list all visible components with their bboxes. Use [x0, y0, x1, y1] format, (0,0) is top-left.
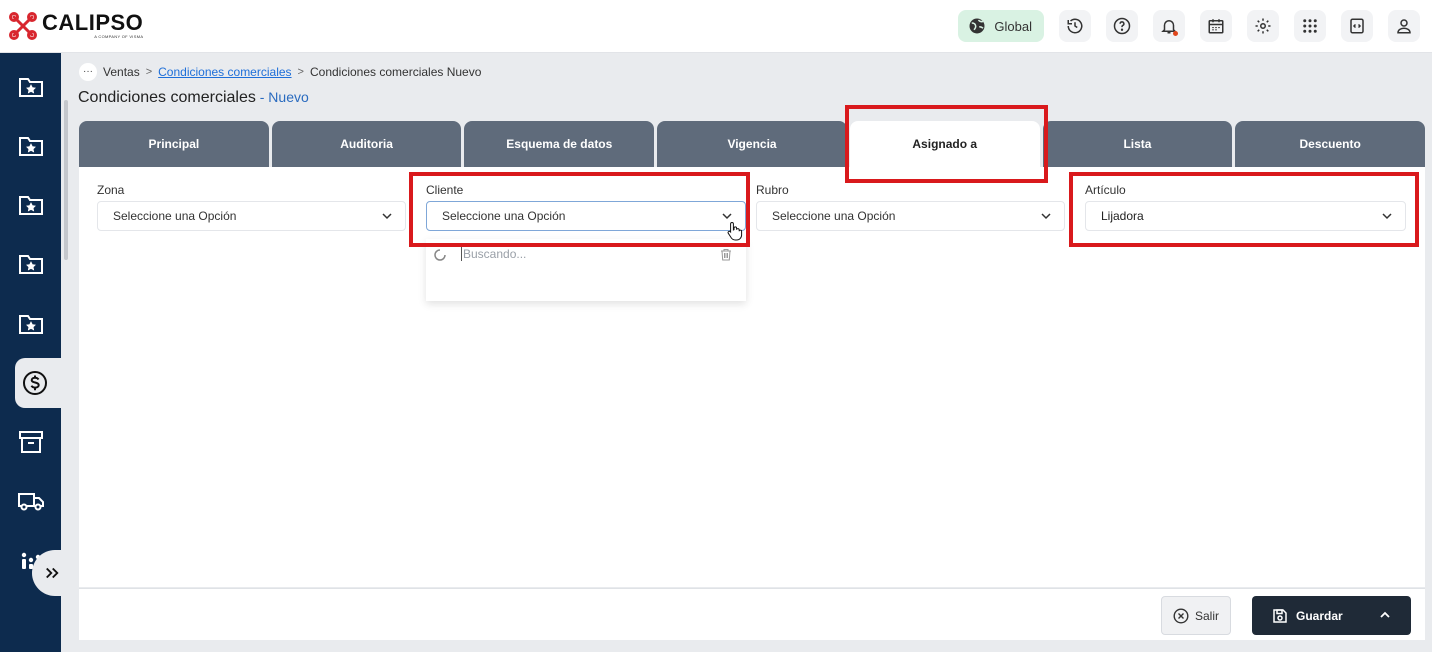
chevron-up-icon[interactable]	[1379, 609, 1391, 621]
tab-vigencia[interactable]: Vigencia	[657, 121, 847, 167]
exit-label: Salir	[1194, 608, 1219, 623]
page-subtitle: - Nuevo	[255, 89, 309, 105]
save-button[interactable]: Guardar	[1252, 596, 1411, 635]
sidebar-item-folder-2[interactable]	[0, 121, 61, 171]
tab-principal[interactable]: Principal	[79, 121, 269, 167]
tab-esquema-de-datos[interactable]: Esquema de datos	[464, 121, 655, 167]
user-icon	[1397, 19, 1411, 34]
breadcrumb-item-current: Condiciones comerciales Nuevo	[309, 65, 482, 79]
double-chevron-right-icon	[46, 567, 59, 579]
user-button[interactable]	[1388, 10, 1420, 42]
breadcrumb: ··· Ventas > Condiciones comerciales > C…	[79, 63, 481, 81]
tab-bar: Principal Auditoria Esquema de datos Vig…	[79, 121, 1426, 167]
zona-label: Zona	[97, 183, 125, 197]
history-button[interactable]	[1059, 10, 1091, 42]
save-disk-icon	[1273, 608, 1287, 623]
apps-button[interactable]	[1294, 10, 1326, 42]
sidebar-item-folder-1[interactable]	[0, 62, 61, 112]
sidebar-item-logistics[interactable]	[0, 476, 61, 526]
calendar-icon	[1208, 19, 1224, 34]
highlight-cliente	[409, 172, 750, 247]
apps-grid-icon	[1303, 19, 1317, 33]
folder-star-icon	[18, 255, 43, 274]
zona-select[interactable]: Seleccione una Opción	[97, 201, 406, 231]
history-icon	[1067, 18, 1083, 34]
calendar-button[interactable]	[1200, 10, 1232, 42]
settings-button[interactable]	[1247, 10, 1279, 42]
global-label: Global	[994, 18, 1032, 34]
help-button[interactable]	[1106, 10, 1138, 42]
sidebar-item-folder-3[interactable]	[0, 180, 61, 230]
sidebar-item-archive[interactable]	[0, 417, 61, 467]
folder-star-icon	[18, 78, 43, 97]
sidebar-item-folder-5[interactable]	[0, 299, 61, 349]
hand-cursor-icon	[727, 221, 743, 241]
cliente-dropdown: Buscando...	[426, 239, 746, 301]
tab-descuento[interactable]: Descuento	[1235, 121, 1426, 167]
sidebar-expand-button[interactable]	[32, 550, 72, 596]
help-icon	[1113, 17, 1131, 35]
breadcrumb-separator: >	[297, 66, 304, 78]
rubro-select-value: Seleccione una Opción	[772, 209, 896, 223]
settings-icon	[1255, 18, 1271, 34]
global-scope-button[interactable]: Global	[958, 10, 1044, 42]
globe-icon	[969, 18, 985, 34]
code-window-button[interactable]	[1341, 10, 1373, 42]
rubro-select[interactable]: Seleccione una Opción	[756, 201, 1065, 231]
page-title: Condiciones comerciales - Nuevo	[78, 89, 309, 107]
close-circle-icon	[1173, 607, 1189, 624]
folder-star-icon	[18, 137, 43, 156]
loading-spinner-icon	[434, 249, 446, 261]
folder-star-icon	[18, 196, 43, 215]
breadcrumb-separator: >	[145, 66, 153, 78]
code-window-icon	[1350, 18, 1364, 34]
trash-icon[interactable]	[720, 248, 732, 261]
zona-select-value: Seleccione una Opción	[113, 209, 237, 223]
archive-icon	[18, 431, 43, 453]
breadcrumb-more-button[interactable]: ···	[79, 63, 97, 81]
tab-lista[interactable]: Lista	[1042, 121, 1233, 167]
folder-star-icon	[18, 315, 43, 334]
notification-dot	[1173, 31, 1178, 36]
highlight-articulo	[1069, 172, 1419, 247]
cliente-search-input[interactable]: Buscando...	[461, 247, 526, 261]
tab-auditoria[interactable]: Auditoria	[271, 121, 462, 167]
save-label: Guardar	[1296, 608, 1343, 623]
sidebar-item-folder-4[interactable]	[0, 239, 61, 289]
page-title-text: Condiciones comerciales	[78, 89, 256, 106]
truck-icon	[17, 493, 44, 511]
notifications-button[interactable]	[1153, 10, 1185, 42]
highlight-tab-asignado	[845, 105, 1048, 183]
breadcrumb-item-condiciones[interactable]: Condiciones comerciales	[158, 65, 291, 79]
top-bar: CALIPSO A COMPANY OF VISMA Global	[0, 0, 1432, 53]
brand-logo[interactable]: CALIPSO A COMPANY OF VISMA	[8, 11, 143, 41]
chevron-down-icon	[1041, 213, 1051, 220]
sidebar-item-sales[interactable]	[15, 358, 61, 408]
calipso-logo-icon	[9, 12, 37, 40]
sidebar-scrollbar[interactable]	[64, 100, 68, 260]
breadcrumb-item-ventas[interactable]: Ventas	[103, 65, 140, 79]
exit-button[interactable]: Salir	[1161, 596, 1231, 635]
chevron-down-icon	[382, 213, 392, 220]
brand-name: CALIPSO	[42, 10, 144, 35]
rubro-label: Rubro	[756, 183, 789, 197]
dollar-circle-icon	[23, 371, 47, 395]
